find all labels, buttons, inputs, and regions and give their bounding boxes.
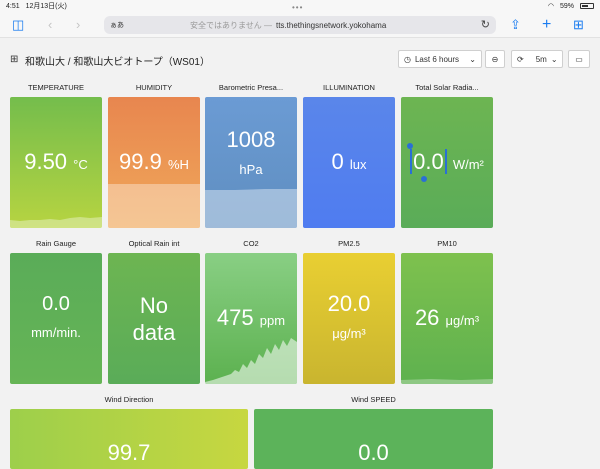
- stat-unit: W/m²: [452, 156, 484, 172]
- panel-title-pm10[interactable]: PM10: [401, 239, 493, 248]
- stat-panel-temperature[interactable]: 9.50 °C: [10, 97, 102, 228]
- stat-value: 99.9: [119, 148, 162, 174]
- multitask-dots-icon[interactable]: •••: [292, 3, 303, 12]
- sparkline-temperature: [10, 217, 102, 228]
- stat-unit: μg/m³: [445, 312, 480, 328]
- sparkline-pressure: [205, 189, 297, 228]
- time-range-picker[interactable]: ◷ Last 6 hours ⌄: [398, 50, 482, 68]
- battery-icon: [580, 3, 594, 9]
- stat-value-wrap: 99.9 %H: [119, 148, 189, 178]
- sidebar-icon[interactable]: ◫: [12, 17, 24, 33]
- status-date: 12月13日(火): [25, 3, 67, 10]
- monitor-icon: ▭: [575, 54, 583, 64]
- stat-unit: %H: [168, 156, 189, 172]
- panel-title-rain-gauge[interactable]: Rain Gauge: [10, 239, 102, 248]
- dashboards-icon[interactable]: ⊞: [10, 54, 18, 65]
- page-title[interactable]: 和歌山大 / 和歌山大ビオトープ（WS01）: [25, 53, 210, 68]
- stat-panel-optical-rain[interactable]: No data: [108, 253, 200, 384]
- reader-options-button[interactable]: ぁあ: [110, 20, 124, 30]
- panel-title-solar[interactable]: Total Solar Radia...: [401, 83, 493, 92]
- zoom-out-button[interactable]: ⊖: [485, 50, 505, 68]
- stat-panel-pm25[interactable]: 20.0 μg/m³: [303, 253, 395, 384]
- stat-panel-pressure[interactable]: 1008 hPa: [205, 97, 297, 228]
- stat-value: 1008: [226, 127, 276, 152]
- panel-title-optical-rain[interactable]: Optical Rain int: [108, 239, 200, 248]
- chevron-down-icon: ⌄: [550, 54, 558, 64]
- address-bar[interactable]: ぁあ 安全ではありません — tts.thethingsnetwork.yoko…: [104, 16, 496, 34]
- stat-panel-pm10[interactable]: 26 μg/m³: [401, 253, 493, 384]
- stat-value-wrap: 0.0 mm/min.: [31, 291, 81, 346]
- stat-value-wrap: 0 lux: [332, 148, 367, 178]
- sparkline-pm10: [401, 379, 493, 384]
- wifi-icon: ◠: [547, 3, 554, 10]
- stat-value-wrap: 0.0 W/m²: [410, 148, 484, 178]
- sparkline-co2: [205, 338, 297, 384]
- battery-percent: 59%: [559, 2, 574, 10]
- tv-mode-button[interactable]: ▭: [568, 50, 590, 68]
- new-tab-icon[interactable]: +: [542, 17, 551, 33]
- stat-value: 475: [216, 304, 254, 330]
- stat-value-wrap: 9.50 °C: [24, 148, 88, 178]
- stat-value: 20.0: [327, 291, 371, 316]
- browser-toolbar: ◫ ‹ › ぁあ 安全ではありません — tts.thethingsnetwor…: [0, 12, 600, 38]
- stat-value: 26: [414, 304, 440, 330]
- stat-value-wrap: 475 ppm: [217, 304, 285, 334]
- refresh-icon: ⟳: [517, 54, 524, 64]
- stat-unit: ppm: [259, 312, 286, 328]
- stat-panel-co2[interactable]: 475 ppm: [205, 253, 297, 384]
- stat-unit: °C: [73, 156, 88, 172]
- time-range-label: Last 6 hours: [414, 54, 460, 64]
- stat-panel-illumination[interactable]: 0 lux: [303, 97, 395, 228]
- no-data-text-2: data: [132, 319, 176, 345]
- stat-value: 99.7: [107, 440, 151, 465]
- clock-icon: ◷: [404, 54, 411, 64]
- sparkline-humidity: [108, 184, 200, 228]
- share-icon[interactable]: ⇪: [510, 17, 521, 33]
- panel-title-temperature[interactable]: TEMPERATURE: [10, 83, 102, 92]
- stat-panel-solar[interactable]: 0.0 W/m²: [401, 97, 493, 228]
- stat-unit: mm/min.: [31, 325, 81, 340]
- panel-title-pm25[interactable]: PM2.5: [303, 239, 395, 248]
- stat-value: 0.0: [410, 148, 447, 174]
- no-data-text: No: [139, 292, 169, 318]
- stat-panel-wind-direction[interactable]: 99.7: [10, 409, 248, 469]
- panel-title-wind-speed[interactable]: Wind SPEED: [254, 395, 493, 404]
- stat-panel-humidity[interactable]: 99.9 %H: [108, 97, 200, 228]
- panel-title-humidity[interactable]: HUMIDITY: [108, 83, 200, 92]
- stat-panel-wind-speed[interactable]: 0.0: [254, 409, 493, 469]
- stat-value-wrap: 20.0 μg/m³: [328, 290, 371, 347]
- refresh-picker[interactable]: ⟳ 5m ⌄: [511, 50, 563, 68]
- chevron-down-icon: ⌄: [469, 54, 476, 64]
- stat-value-wrap: 26 μg/m³: [415, 304, 479, 334]
- status-time: 4:51: [6, 3, 20, 10]
- stat-value-wrap: 1008 hPa: [227, 126, 276, 183]
- forward-icon[interactable]: ›: [76, 17, 80, 33]
- refresh-interval-label: 5m: [535, 54, 547, 64]
- stat-value: 0: [331, 148, 344, 174]
- tabs-overview-icon[interactable]: ⊞: [573, 17, 584, 33]
- url-host: tts.thethingsnetwork.yokohama: [275, 20, 387, 30]
- panel-title-pressure[interactable]: Barometric Presa...: [205, 83, 297, 92]
- stat-unit: lux: [349, 156, 367, 172]
- stat-value: 0.0: [358, 440, 389, 465]
- stat-value-wrap: No data: [133, 292, 176, 346]
- stat-value: 9.50: [24, 148, 68, 174]
- stat-value: 0.0: [42, 293, 70, 315]
- reload-icon[interactable]: ↻: [481, 18, 490, 31]
- panel-title-illumination[interactable]: ILLUMINATION: [303, 83, 395, 92]
- insecure-label: 安全ではありません —: [190, 20, 272, 30]
- stat-panel-rain-gauge[interactable]: 0.0 mm/min.: [10, 253, 102, 384]
- back-icon[interactable]: ‹: [48, 17, 52, 33]
- stat-unit: μg/m³: [332, 326, 366, 341]
- panel-title-co2[interactable]: CO2: [205, 239, 297, 248]
- zoom-out-icon: ⊖: [491, 54, 499, 64]
- panel-title-wind-direction[interactable]: Wind Direction: [10, 395, 248, 404]
- stat-unit: hPa: [239, 162, 263, 177]
